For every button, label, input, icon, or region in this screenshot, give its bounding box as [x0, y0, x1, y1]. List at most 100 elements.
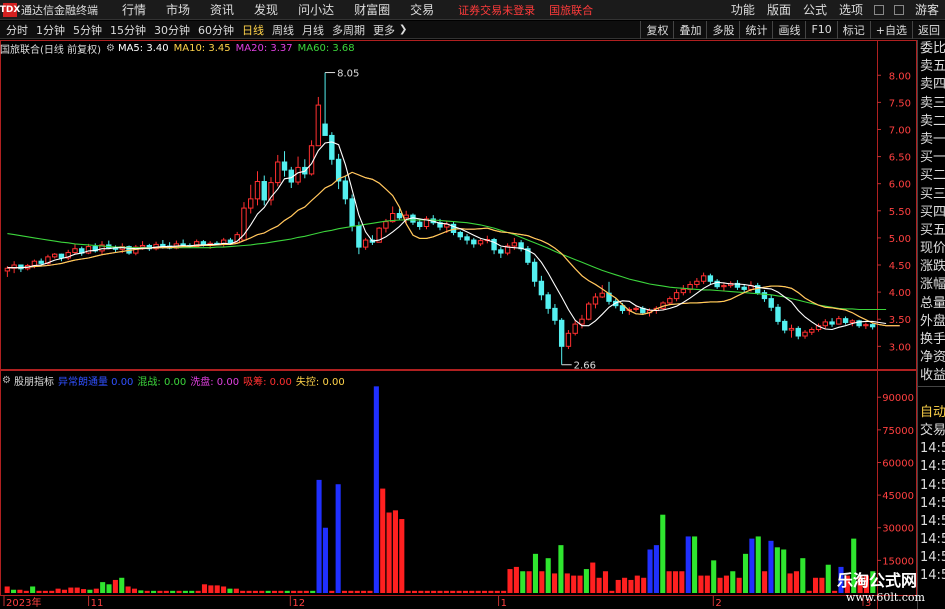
candle-body	[362, 239, 369, 248]
date-tick-label: 11	[91, 598, 104, 609]
candle-body	[4, 267, 11, 272]
trade-time: 14:56	[920, 477, 945, 493]
menu-market[interactable]: 市场	[166, 1, 190, 18]
indicator-melee: 混战: 0.00	[137, 377, 187, 388]
volume-bar	[685, 536, 691, 593]
kline-chart[interactable]: 3.00 3.50 4.00 4.50 5.00 5.50 6.00 6.50 7.00 7.50…	[0, 40, 917, 609]
volume-bar	[259, 590, 265, 593]
candle-body	[538, 280, 545, 296]
volume-bar	[195, 590, 201, 593]
volume-bar	[736, 577, 742, 593]
volume-bar	[201, 584, 208, 593]
volume-bar	[4, 586, 10, 593]
settings-icon[interactable]: ⚙	[106, 43, 115, 54]
candles-group	[4, 72, 876, 365]
period-tab-1min[interactable]: 1分钟	[36, 22, 65, 38]
ma20-legend: MA20: 3.37	[235, 42, 293, 54]
menu-wealth-circle[interactable]: 财富圈	[354, 1, 390, 18]
maximize-icon[interactable]	[893, 4, 904, 15]
chevron-right-icon[interactable]: ❯	[399, 24, 407, 35]
toolbar-mark-button[interactable]: 标记	[836, 20, 870, 39]
menu-function[interactable]: 功能	[731, 1, 755, 18]
menu-news[interactable]: 资讯	[210, 1, 234, 18]
volume-bar	[762, 571, 768, 593]
candle-body	[329, 134, 335, 160]
candle-body	[788, 327, 795, 331]
volume-bar	[768, 540, 774, 593]
volume-bar	[532, 553, 539, 593]
side-label-volume: 总量	[920, 295, 945, 311]
chart-title: 国旅联合(日线 前复权)	[0, 44, 101, 56]
volume-bar	[17, 589, 23, 593]
volume-bar	[424, 590, 430, 593]
menu-formula[interactable]: 公式	[803, 1, 827, 18]
watermark-line2: www.60lt.com	[845, 591, 925, 604]
candle-body	[592, 296, 599, 305]
candle-body	[836, 318, 842, 325]
volume-bar	[602, 571, 609, 593]
period-tab-5min[interactable]: 5分钟	[73, 22, 102, 38]
side-label-net-asset: 净资	[920, 350, 945, 366]
toolbar-adjust-button[interactable]: 复权	[640, 20, 673, 39]
period-tab-weekly[interactable]: 周线	[272, 22, 294, 38]
volume-bar	[303, 590, 309, 593]
period-tab-daily[interactable]: 日线	[242, 22, 264, 38]
volume-bar	[112, 579, 118, 593]
volume-bar	[284, 590, 290, 593]
period-tab-more[interactable]: 更多	[373, 22, 395, 38]
candle-body	[498, 249, 504, 254]
volume-bar	[36, 590, 42, 593]
candle-body	[558, 319, 565, 347]
toolbar-overlay-button[interactable]: 叠加	[673, 20, 706, 39]
volume-bar	[717, 577, 723, 593]
volume-bar	[151, 590, 157, 593]
menu-trade[interactable]: 交易	[410, 1, 434, 18]
toolbar-stats-button[interactable]: 统计	[739, 20, 772, 39]
volume-bar	[341, 590, 348, 593]
side-spacer	[918, 385, 945, 404]
trade-time: 14:56	[920, 459, 945, 475]
period-tab-monthly[interactable]: 月线	[302, 22, 324, 38]
volume-bar	[622, 577, 628, 593]
period-tab-15min[interactable]: 15分钟	[110, 22, 146, 38]
toolbar-multi-stock-button[interactable]: 多股	[706, 20, 739, 39]
menu-market-quotes[interactable]: 行情	[122, 1, 146, 18]
menu-assistant[interactable]: 问小达	[298, 1, 334, 18]
price-tick-label: 7.50	[889, 98, 911, 109]
menu-options[interactable]: 选项	[839, 1, 863, 18]
candle-body	[761, 292, 768, 300]
app-title: 通达信金融终端	[21, 3, 98, 17]
volume-bar	[609, 590, 615, 593]
candle-body	[477, 240, 484, 245]
settings-icon[interactable]: ⚙	[2, 375, 11, 386]
volume-bar	[23, 590, 29, 593]
period-tab-60min[interactable]: 60分钟	[198, 22, 234, 38]
side-label-auto[interactable]: 自动	[918, 404, 945, 422]
candle-body	[849, 320, 856, 323]
minimize-icon[interactable]	[873, 4, 884, 15]
volume-bar	[81, 589, 87, 593]
candle-body	[545, 294, 551, 309]
candle-body	[741, 286, 747, 290]
candle-body	[417, 221, 423, 228]
volume-tick-label: 15000	[882, 556, 914, 567]
volume-bar	[240, 590, 246, 593]
volume-bar	[208, 585, 214, 593]
period-tab-timeshare[interactable]: 分时	[6, 22, 28, 38]
period-tab-multi[interactable]: 多周期	[332, 22, 365, 38]
watermark-line1: 乐淘公式网	[836, 571, 917, 590]
ma10-legend: MA10: 3.45	[173, 42, 231, 54]
volume-bar	[367, 590, 373, 593]
toolbar-back-button[interactable]: 返回	[912, 20, 945, 39]
menu-layout[interactable]: 版面	[767, 1, 791, 18]
candle-body	[531, 261, 538, 282]
candle-body	[457, 231, 463, 238]
menu-discover[interactable]: 发现	[254, 1, 278, 18]
toolbar-draw-button[interactable]: 画线	[772, 20, 805, 39]
toolbar-f10-button[interactable]: F10	[805, 20, 836, 39]
toolbar-add-watchlist-button[interactable]: +自选	[869, 20, 912, 39]
candle-body	[139, 244, 146, 248]
guest-user[interactable]: 游客	[915, 1, 939, 18]
period-tab-30min[interactable]: 30分钟	[154, 22, 190, 38]
volume-bar	[698, 575, 704, 593]
